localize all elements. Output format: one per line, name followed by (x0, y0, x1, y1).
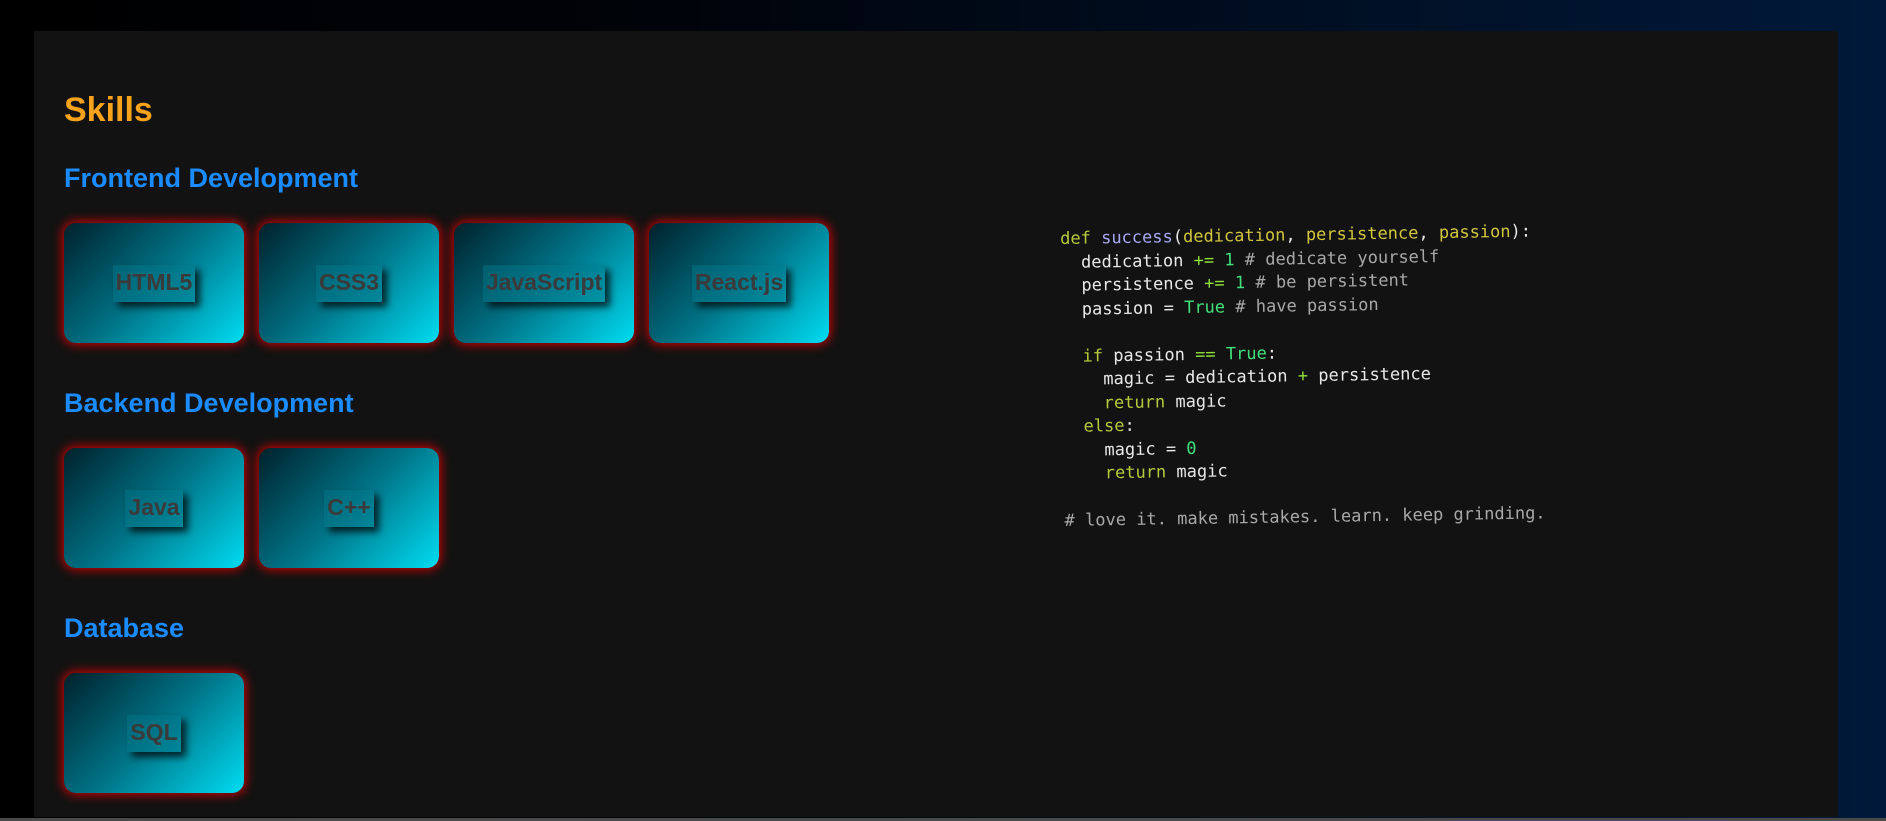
skill-card-reactjs[interactable]: React.js (649, 223, 829, 343)
skill-card-cpp[interactable]: C++ (259, 448, 439, 568)
skill-label: React.js (691, 264, 787, 302)
code-snippet: def success(dedication, persistence, pas… (1060, 221, 1546, 531)
skill-card-html5[interactable]: HTML5 (64, 223, 244, 343)
card-row-database: SQL (64, 673, 244, 793)
skill-label: C++ (324, 489, 374, 527)
skill-label: SQL (127, 714, 181, 752)
skill-card-sql[interactable]: SQL (64, 673, 244, 793)
skill-card-javascript[interactable]: JavaScript (454, 223, 634, 343)
group-title-database: Database (64, 613, 185, 643)
card-row-backend: Java C++ (64, 448, 439, 568)
card-row-frontend: HTML5 CSS3 JavaScript React.js (64, 223, 829, 343)
skills-title: Skills (64, 91, 153, 129)
skill-label: JavaScript (482, 264, 606, 302)
group-title-frontend: Frontend Development (64, 163, 359, 193)
skill-label: Java (125, 489, 183, 527)
code-closing-comment: # love it. make mistakes. learn. keep gr… (1064, 503, 1546, 531)
skills-panel: Skills Frontend Development HTML5 CSS3 J… (34, 31, 1838, 817)
skill-card-css3[interactable]: CSS3 (259, 223, 439, 343)
skill-label: CSS3 (315, 264, 383, 302)
group-title-backend: Backend Development (64, 388, 354, 418)
skill-card-java[interactable]: Java (64, 448, 244, 568)
skill-label: HTML5 (112, 264, 196, 302)
